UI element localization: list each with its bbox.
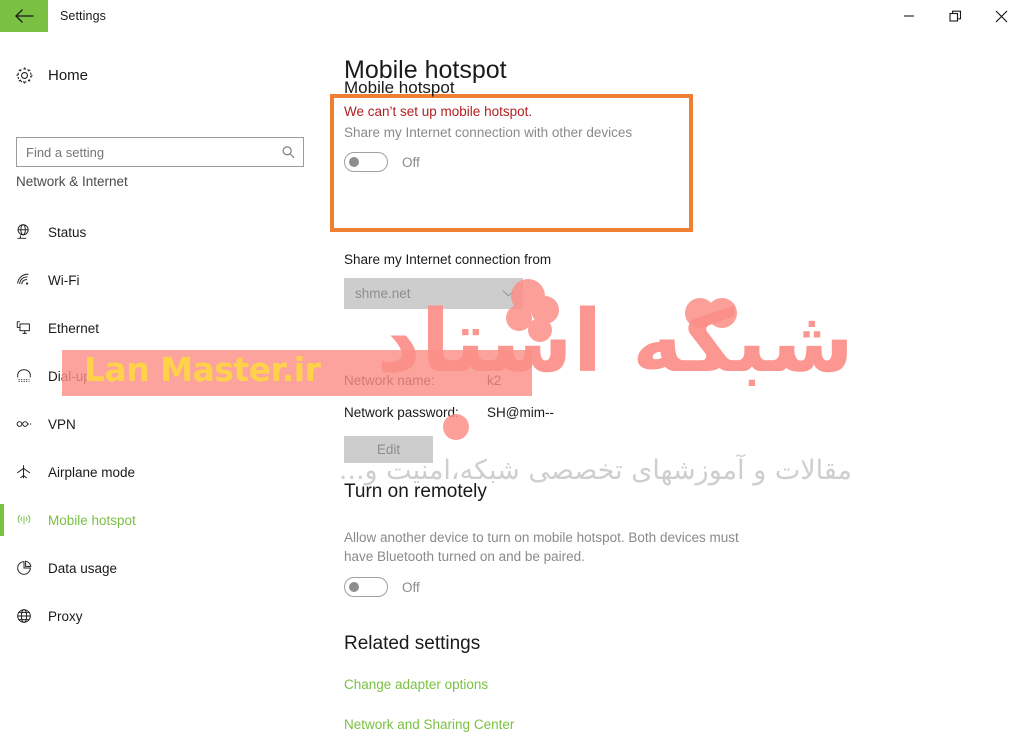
hotspot-toggle-row[interactable]: Off (344, 152, 420, 172)
restore-button[interactable] (932, 0, 978, 32)
dialup-icon (0, 367, 48, 385)
sidebar-item-label: Airplane mode (48, 464, 136, 480)
pie-chart-icon (0, 559, 48, 577)
sidebar: Home Network & Internet (0, 32, 330, 732)
selection-accent (0, 264, 4, 296)
link-network-and-sharing-center[interactable]: Network and Sharing Center (344, 717, 514, 732)
search-box[interactable] (16, 137, 304, 167)
remote-toggle-state: Off (402, 579, 420, 595)
selection-accent (0, 408, 4, 440)
network-name-label: Network name: (344, 373, 435, 388)
share-connection-value: shme.net (355, 286, 411, 301)
search-input[interactable] (17, 138, 273, 166)
sidebar-item-ethernet[interactable]: Ethernet (0, 304, 330, 352)
sidebar-item-data-usage[interactable]: Data usage (0, 544, 330, 592)
link-change-adapter-options[interactable]: Change adapter options (344, 677, 488, 692)
hotspot-toggle-state: Off (402, 154, 420, 170)
ethernet-icon (0, 319, 48, 337)
search-icon (273, 145, 303, 160)
sidebar-nav: Status Wi-Fi Ethernet Dial-up VPN Airpla… (0, 208, 330, 640)
edit-button[interactable]: Edit (344, 436, 433, 463)
sidebar-item-label: VPN (48, 416, 76, 432)
selection-accent (0, 504, 4, 536)
main-content: Mobile hotspot Mobile hotspot We can’t s… (330, 32, 1024, 732)
status-globe-icon (0, 223, 48, 241)
sidebar-item-proxy[interactable]: Proxy (0, 592, 330, 640)
selection-accent (0, 600, 4, 632)
window-controls (886, 0, 1024, 32)
hotspot-icon (0, 511, 48, 529)
selection-accent (0, 312, 4, 344)
window-title: Settings (60, 9, 106, 23)
sidebar-item-label: Wi-Fi (48, 272, 80, 288)
sidebar-item-label: Ethernet (48, 320, 100, 336)
sidebar-item-airplane-mode[interactable]: Airplane mode (0, 448, 330, 496)
sidebar-home-label: Home (48, 66, 89, 84)
sidebar-item-dialup[interactable]: Dial-up (0, 352, 330, 400)
vpn-icon (0, 415, 48, 433)
sidebar-item-label: Mobile hotspot (48, 512, 136, 528)
sidebar-category-label: Network & Internet (16, 174, 128, 189)
back-arrow-icon (15, 9, 34, 23)
share-connection-label: Share my Internet connection from (344, 252, 552, 267)
sidebar-item-home[interactable]: Home (0, 58, 330, 92)
globe-icon (0, 607, 48, 625)
title-bar: Settings (0, 0, 1024, 32)
sidebar-item-vpn[interactable]: VPN (0, 400, 330, 448)
sidebar-item-label: Status (48, 224, 87, 240)
remote-toggle-row[interactable]: Off (344, 577, 420, 597)
toggle-knob (349, 157, 359, 167)
sidebar-item-label: Dial-up (48, 368, 91, 384)
close-button[interactable] (978, 0, 1024, 32)
related-settings-heading: Related settings (344, 633, 481, 654)
chevron-down-icon (493, 289, 523, 298)
wifi-icon (0, 271, 48, 289)
selection-accent (0, 552, 4, 584)
hotspot-toggle[interactable] (344, 152, 388, 172)
back-button[interactable] (0, 0, 48, 32)
sidebar-item-wifi[interactable]: Wi-Fi (0, 256, 330, 304)
network-name-value: k2 (487, 373, 502, 388)
settings-window: Settings Home Find a setting Network & I… (0, 0, 1024, 732)
selection-accent (0, 456, 4, 488)
hotspot-error-message: We can’t set up mobile hotspot. (344, 104, 533, 119)
minimize-icon (904, 15, 914, 17)
network-password-value: SH@mim-- (487, 405, 554, 420)
close-icon (995, 10, 1007, 22)
remote-toggle[interactable] (344, 577, 388, 597)
gear-icon (0, 66, 48, 85)
sidebar-item-label: Data usage (48, 560, 118, 576)
turn-on-remotely-description: Allow another device to turn on mobile h… (344, 530, 739, 564)
airplane-icon (0, 463, 48, 481)
turn-on-remotely-heading: Turn on remotely (344, 481, 487, 502)
selection-accent (0, 360, 4, 392)
restore-icon (948, 10, 961, 22)
network-password-label: Network password: (344, 405, 459, 420)
selection-accent (0, 216, 4, 248)
hotspot-section-title: Mobile hotspot (344, 78, 455, 97)
minimize-button[interactable] (886, 0, 932, 32)
sidebar-item-label: Proxy (48, 608, 83, 624)
hotspot-subtitle: Share my Internet connection with other … (344, 125, 633, 140)
sidebar-item-mobile-hotspot[interactable]: Mobile hotspot (0, 496, 330, 544)
toggle-knob (349, 582, 359, 592)
share-connection-dropdown[interactable]: shme.net (344, 278, 523, 309)
sidebar-item-status[interactable]: Status (0, 208, 330, 256)
